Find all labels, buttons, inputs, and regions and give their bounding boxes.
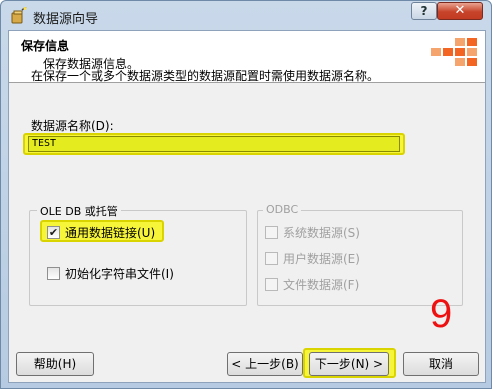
checkbox-icon[interactable] [47,267,60,280]
checkbox-icon[interactable] [265,226,278,239]
odbc-group-legend: ODBC [263,203,302,216]
help-icon: ? [420,4,428,18]
user-dsn-label: 用户数据源(E) [283,252,360,266]
next-button[interactable]: 下一步(N) > [309,352,389,376]
checkbox-checked-icon[interactable] [47,226,60,239]
init-string-file-label: 初始化字符串文件(I) [65,267,174,281]
checkbox-icon[interactable] [265,252,278,265]
user-dsn-option[interactable]: 用户数据源(E) [265,250,360,267]
datasource-label: 数据源名称(D): [31,119,114,133]
close-button[interactable]: ✕ [437,2,483,20]
header-title: 保存信息 [21,39,70,53]
system-dsn-option[interactable]: 系统数据源(S) [265,224,360,241]
file-dsn-option[interactable]: 文件数据源(F) [265,276,359,293]
file-dsn-label: 文件数据源(F) [283,278,360,292]
checkbox-icon[interactable] [265,278,278,291]
title-bar: 数据源向导 ? ✕ [1,1,491,31]
ole-db-group-legend: OLE DB 或托管 [37,203,121,219]
init-string-file-option[interactable]: 初始化字符串文件(I) [47,265,174,282]
wizard-window: 数据源向导 ? ✕ 保存信息 保存数据源信息。 在保存一个或多个数据源类型的数据… [0,0,492,389]
close-icon: ✕ [454,3,466,18]
wizard-icon [11,7,27,24]
window-title: 数据源向导 [33,12,99,27]
system-dsn-label: 系统数据源(S) [283,226,360,240]
help-title-button[interactable]: ? [411,2,437,20]
step-number-annotation: 9 [430,292,453,336]
datasource-name-input[interactable]: TEST [28,136,400,152]
instruction-text: 在保存一个或多个数据源类型的数据源配置时需使用数据源名称。 [31,69,380,83]
universal-data-link-option[interactable]: 通用数据链接(U) [47,224,155,241]
back-button[interactable]: < 上一步(B) [227,352,303,376]
help-button[interactable]: 帮助(H) [16,352,94,376]
cancel-button[interactable]: 取消 [403,352,479,376]
orange-blocks-logo [431,38,477,66]
universal-data-link-label: 通用数据链接(U) [65,226,156,240]
